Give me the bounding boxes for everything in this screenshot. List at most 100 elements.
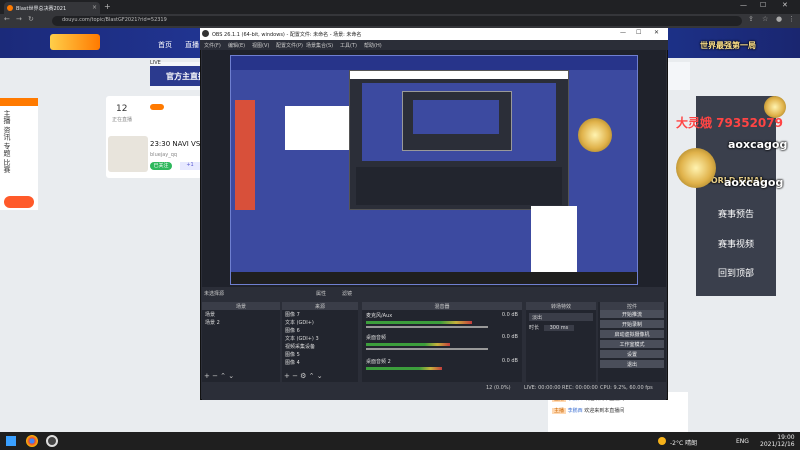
live-timer: LIVE: 00:00:00: [524, 385, 561, 391]
scenes-dock: 场景 场景 场景 2 + − ⌃ ⌄: [202, 302, 280, 382]
menu-view[interactable]: 视图(V): [252, 42, 269, 49]
maximize-button[interactable]: ☐: [760, 1, 766, 9]
followed-tag[interactable]: 已关注: [150, 162, 172, 170]
back-to-top-link[interactable]: 回到顶部: [696, 266, 776, 279]
dropped-frames: 12 (0.0%): [486, 385, 511, 391]
preview-canvas[interactable]: [230, 55, 638, 285]
event-video-link[interactable]: 赛事视频: [696, 237, 776, 250]
close-window-button[interactable]: ✕: [782, 1, 788, 9]
menu-icon[interactable]: ⋮: [788, 15, 795, 23]
nav-home[interactable]: 首页: [158, 40, 172, 50]
cat-thumbnail[interactable]: [108, 136, 148, 172]
chat-user[interactable]: 李鹏西: [568, 408, 583, 414]
weather-icon: [658, 437, 666, 445]
browser-tab-bar: [0, 0, 800, 14]
controls-dock: 控件 开始推流 开始录制 启动虚拟摄像机 工作室模式 设置 退出: [598, 302, 666, 382]
reload-icon[interactable]: ↻: [28, 15, 34, 23]
obs-menu-bar: 文件(F) 编辑(E) 视图(V) 配置文件(P) 场景集合(S) 工具(T) …: [200, 40, 668, 50]
back-icon[interactable]: ←: [4, 15, 10, 23]
close-tab-icon[interactable]: ×: [92, 4, 97, 11]
controls-dock-title: 控件: [600, 302, 664, 310]
channel-name: 桌面音频: [366, 335, 387, 341]
virtual-camera-button[interactable]: 启动虚拟摄像机: [600, 330, 664, 338]
danmaku-red-text: 大灵娥 79352079: [676, 116, 783, 130]
menu-scene-collection[interactable]: 场景集合(S): [306, 42, 333, 49]
filters-button[interactable]: 滤镜: [342, 290, 352, 297]
menu-edit[interactable]: 编辑(E): [228, 42, 245, 49]
chrome-taskbar-icon[interactable]: [26, 435, 38, 447]
volume-slider[interactable]: [366, 326, 488, 328]
source-item[interactable]: 图像 6: [282, 326, 358, 334]
studio-mode-button[interactable]: 工作室模式: [600, 340, 664, 348]
source-item[interactable]: 图像 4: [282, 358, 358, 366]
properties-button[interactable]: 属性: [316, 290, 326, 297]
url-field[interactable]: douyu.com/topic/BlastGF2021?rid=52319: [52, 16, 742, 26]
nav-live[interactable]: 直播: [185, 40, 199, 50]
obs-title-bar: OBS 26.1.1 (64-bit, windows) - 配置文件: 未命名…: [200, 28, 668, 40]
menu-profile[interactable]: 配置文件(P): [276, 42, 303, 49]
forward-icon[interactable]: →: [16, 15, 22, 23]
source-item[interactable]: 图像 7: [282, 310, 358, 318]
obs-close-button[interactable]: ✕: [654, 29, 659, 36]
scene-item[interactable]: 场景: [202, 310, 280, 318]
browser-tab[interactable]: Blast世界总决赛2021 ×: [4, 2, 100, 14]
danmaku-text: aoxcagog: [728, 138, 788, 151]
source-item[interactable]: 视频采集设备: [282, 342, 358, 350]
share-icon[interactable]: ⇪: [748, 15, 754, 23]
menu-tools[interactable]: 工具(T): [340, 42, 357, 49]
menu-help[interactable]: 帮助(H): [364, 42, 382, 49]
nested-preview-2: [413, 100, 499, 134]
left-sidebar-item[interactable]: 比赛: [3, 159, 11, 173]
follow-badge[interactable]: [4, 196, 34, 208]
source-item[interactable]: 文本 (GDI+) 3: [282, 334, 358, 342]
chat-message: 主播 李鹏西 欢迎来到本直播间: [548, 405, 688, 416]
exit-button[interactable]: 退出: [600, 360, 664, 368]
scene-add-remove-icons[interactable]: + − ⌃ ⌄: [204, 372, 234, 380]
obs-taskbar-icon[interactable]: [46, 435, 58, 447]
channel-name: 麦克风/Aux: [366, 313, 393, 319]
obs-minimize-button[interactable]: —: [620, 29, 626, 36]
nested-preview: [362, 83, 556, 161]
coin-overlay-icon: [578, 118, 612, 152]
streamer-name: bluejay_qq: [150, 152, 178, 158]
trophy-emblem-icon: [672, 32, 698, 56]
settings-button[interactable]: 设置: [600, 350, 664, 358]
transitions-dock: 转场特效 淡出 时长 300 ms: [526, 302, 596, 382]
blast-logo[interactable]: [50, 34, 100, 50]
duration-row: 时长 300 ms: [529, 324, 593, 331]
toggle-icon[interactable]: [150, 104, 164, 110]
left-sidebar-item[interactable]: 专题: [3, 142, 11, 156]
clock[interactable]: 19:00 2021/12/16: [760, 434, 795, 448]
new-tab-button[interactable]: +: [104, 2, 111, 11]
left-sidebar-item[interactable]: 主播: [3, 110, 11, 124]
windows-start-icon[interactable]: [6, 436, 16, 446]
nested-docks: [356, 167, 562, 205]
like-button[interactable]: +1: [180, 162, 200, 170]
world-final-title: 世界最强第一局: [700, 41, 756, 50]
mixer-channel: 麦克风/Aux 0.0 dB: [362, 310, 522, 330]
feed-card: 12 正在直播 23:30 NAVI VS G bluejay_qq 已关注 +…: [106, 96, 208, 178]
minimize-button[interactable]: —: [740, 1, 747, 9]
duration-input[interactable]: 300 ms: [543, 325, 575, 331]
scene-item[interactable]: 场景 2: [202, 318, 280, 326]
obs-maximize-button[interactable]: ☐: [636, 29, 641, 36]
language-indicator[interactable]: ENG: [736, 438, 749, 445]
transition-select[interactable]: 淡出: [529, 313, 593, 321]
profile-icon[interactable]: ●: [776, 15, 782, 23]
source-item[interactable]: 文本 (GDI+): [282, 318, 358, 326]
menu-file[interactable]: 文件(F): [204, 42, 221, 49]
volume-meter: [366, 343, 450, 346]
event-preview-link[interactable]: 赛事预告: [696, 207, 776, 220]
weather-text[interactable]: -2°C 晴朗: [670, 438, 697, 447]
start-streaming-button[interactable]: 开始推流: [600, 310, 664, 318]
start-recording-button[interactable]: 开始录制: [600, 320, 664, 328]
douyu-favicon-icon: [7, 5, 13, 11]
left-sidebar-item[interactable]: 资讯: [3, 126, 11, 140]
nested-obs-title: [350, 71, 568, 79]
source-item[interactable]: 图像 5: [282, 350, 358, 358]
volume-slider[interactable]: [366, 348, 488, 350]
left-sidebar: 主播 资讯 专题 比赛: [0, 98, 38, 210]
bookmark-star-icon[interactable]: ☆: [762, 15, 768, 23]
source-add-remove-icons[interactable]: + − ⚙ ⌃ ⌄: [284, 372, 323, 380]
sources-dock: 来源 图像 7 文本 (GDI+) 图像 6 文本 (GDI+) 3 视频采集设…: [282, 302, 358, 382]
